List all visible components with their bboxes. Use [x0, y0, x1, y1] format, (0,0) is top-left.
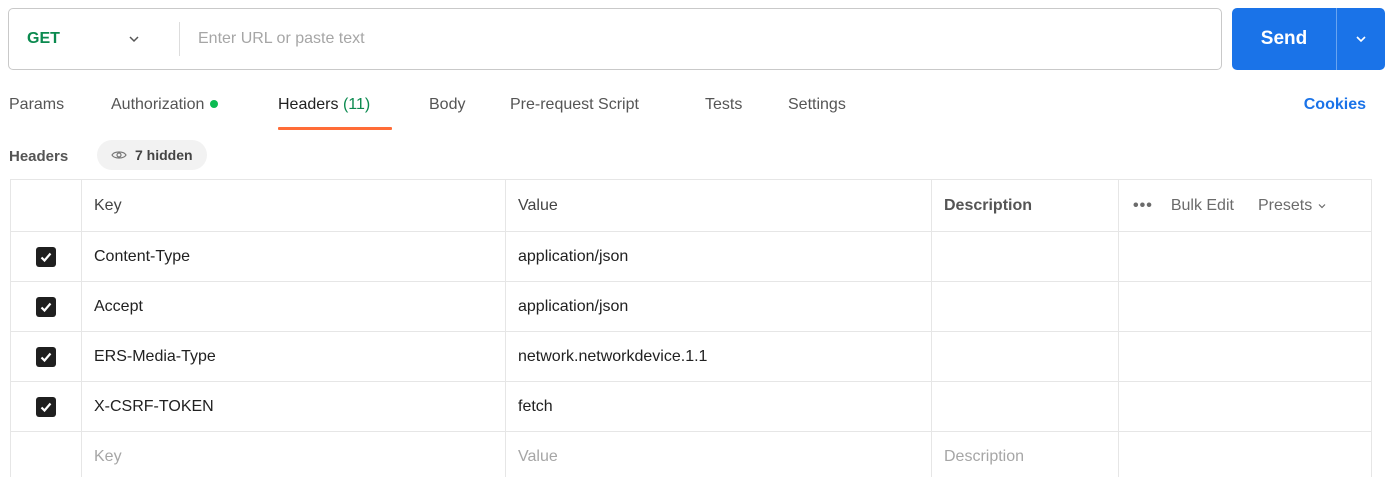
- chevron-down-icon: [1356, 36, 1366, 43]
- bulk-edit-button[interactable]: Bulk Edit: [1171, 197, 1234, 215]
- new-description-input[interactable]: Description: [932, 432, 1119, 477]
- new-key-input[interactable]: Key: [82, 432, 506, 477]
- active-tab-indicator: [278, 127, 392, 130]
- method-selector[interactable]: GET: [9, 9, 179, 69]
- table-header-row: Key Value Description ••• Bulk Edit Pres…: [11, 180, 1371, 232]
- tab-count: (11): [342, 96, 371, 113]
- new-description-extended[interactable]: [1119, 432, 1371, 477]
- tab-tests[interactable]: Tests: [705, 96, 742, 114]
- chevron-down-icon: [129, 36, 139, 43]
- new-header-row: Key Value Description: [11, 432, 1371, 477]
- request-url-bar: GET: [8, 8, 1222, 70]
- description-cell-extended[interactable]: [1119, 232, 1371, 281]
- check-icon: [40, 352, 52, 362]
- tab-label: Settings: [788, 96, 846, 113]
- tab-pre-request-script[interactable]: Pre-request Script: [510, 96, 639, 114]
- description-cell[interactable]: [932, 332, 1119, 381]
- column-header-key: Key: [82, 180, 506, 231]
- headers-section-title: Headers: [9, 148, 69, 165]
- description-cell-extended[interactable]: [1119, 332, 1371, 381]
- column-header-actions: ••• Bulk Edit Presets: [1119, 180, 1371, 231]
- column-header-description: Description: [932, 180, 1119, 231]
- value-cell[interactable]: fetch: [506, 382, 932, 431]
- hidden-headers-toggle[interactable]: 7 hidden: [97, 140, 207, 170]
- tab-body[interactable]: Body: [429, 96, 465, 114]
- header-check-cell: [11, 180, 82, 231]
- value-cell[interactable]: network.networkdevice.1.1: [506, 332, 932, 381]
- column-header-value: Value: [506, 180, 932, 231]
- tab-settings[interactable]: Settings: [788, 96, 846, 114]
- row-check-cell: [11, 282, 82, 331]
- table-row: Content-Type application/json: [11, 232, 1371, 282]
- table-row: Accept application/json: [11, 282, 1371, 332]
- row-checkbox[interactable]: [36, 296, 56, 317]
- key-cell[interactable]: Content-Type: [82, 232, 506, 281]
- more-options-button[interactable]: •••: [1133, 197, 1153, 215]
- row-check-cell: [11, 332, 82, 381]
- method-label: GET: [27, 30, 60, 47]
- key-cell[interactable]: Accept: [82, 282, 506, 331]
- presets-label: Presets: [1257, 196, 1313, 214]
- row-checkbox[interactable]: [36, 346, 56, 367]
- description-cell[interactable]: [932, 232, 1119, 281]
- tab-label: Pre-request Script: [510, 96, 639, 113]
- value-cell[interactable]: application/json: [506, 232, 932, 281]
- row-check-cell: [11, 382, 82, 431]
- row-check-cell: [11, 432, 82, 477]
- chevron-down-icon: [1318, 203, 1326, 208]
- tab-authorization[interactable]: Authorization: [111, 96, 219, 114]
- tab-params[interactable]: Params: [9, 96, 64, 114]
- row-checkbox[interactable]: [36, 246, 56, 267]
- headers-table: Key Value Description ••• Bulk Edit Pres…: [10, 179, 1372, 477]
- tab-label: Tests: [705, 96, 743, 113]
- check-icon: [40, 302, 52, 312]
- hidden-count-label: 7 hidden: [135, 147, 193, 163]
- row-check-cell: [11, 232, 82, 281]
- row-checkbox[interactable]: [36, 396, 56, 417]
- cookies-link[interactable]: Cookies: [1304, 96, 1366, 114]
- eye-icon: [111, 151, 127, 159]
- send-button[interactable]: Send: [1232, 28, 1336, 50]
- key-cell[interactable]: ERS-Media-Type: [82, 332, 506, 381]
- table-row: ERS-Media-Type network.networkdevice.1.1: [11, 332, 1371, 382]
- status-dot-icon: [210, 99, 219, 108]
- tab-label: Body: [429, 96, 466, 113]
- value-cell[interactable]: application/json: [506, 282, 932, 331]
- tab-label: Authorization: [111, 96, 205, 113]
- tab-headers[interactable]: Headers (11): [278, 96, 370, 114]
- table-row: X-CSRF-TOKEN fetch: [11, 382, 1371, 432]
- check-icon: [40, 252, 52, 262]
- key-cell[interactable]: X-CSRF-TOKEN: [82, 382, 506, 431]
- check-icon: [40, 402, 52, 412]
- url-input[interactable]: [180, 9, 1221, 69]
- send-button-group: Send: [1232, 8, 1385, 70]
- description-cell-extended[interactable]: [1119, 382, 1371, 431]
- presets-dropdown[interactable]: Presets: [1258, 197, 1327, 215]
- description-cell[interactable]: [932, 282, 1119, 331]
- description-cell-extended[interactable]: [1119, 282, 1371, 331]
- new-value-input[interactable]: Value: [506, 432, 932, 477]
- tab-label: Params: [9, 96, 65, 113]
- description-cell[interactable]: [932, 382, 1119, 431]
- request-tabs: Params Authorization Headers (11) Body P…: [0, 90, 1393, 130]
- send-options-button[interactable]: [1337, 8, 1385, 70]
- tab-label: Headers: [278, 96, 339, 113]
